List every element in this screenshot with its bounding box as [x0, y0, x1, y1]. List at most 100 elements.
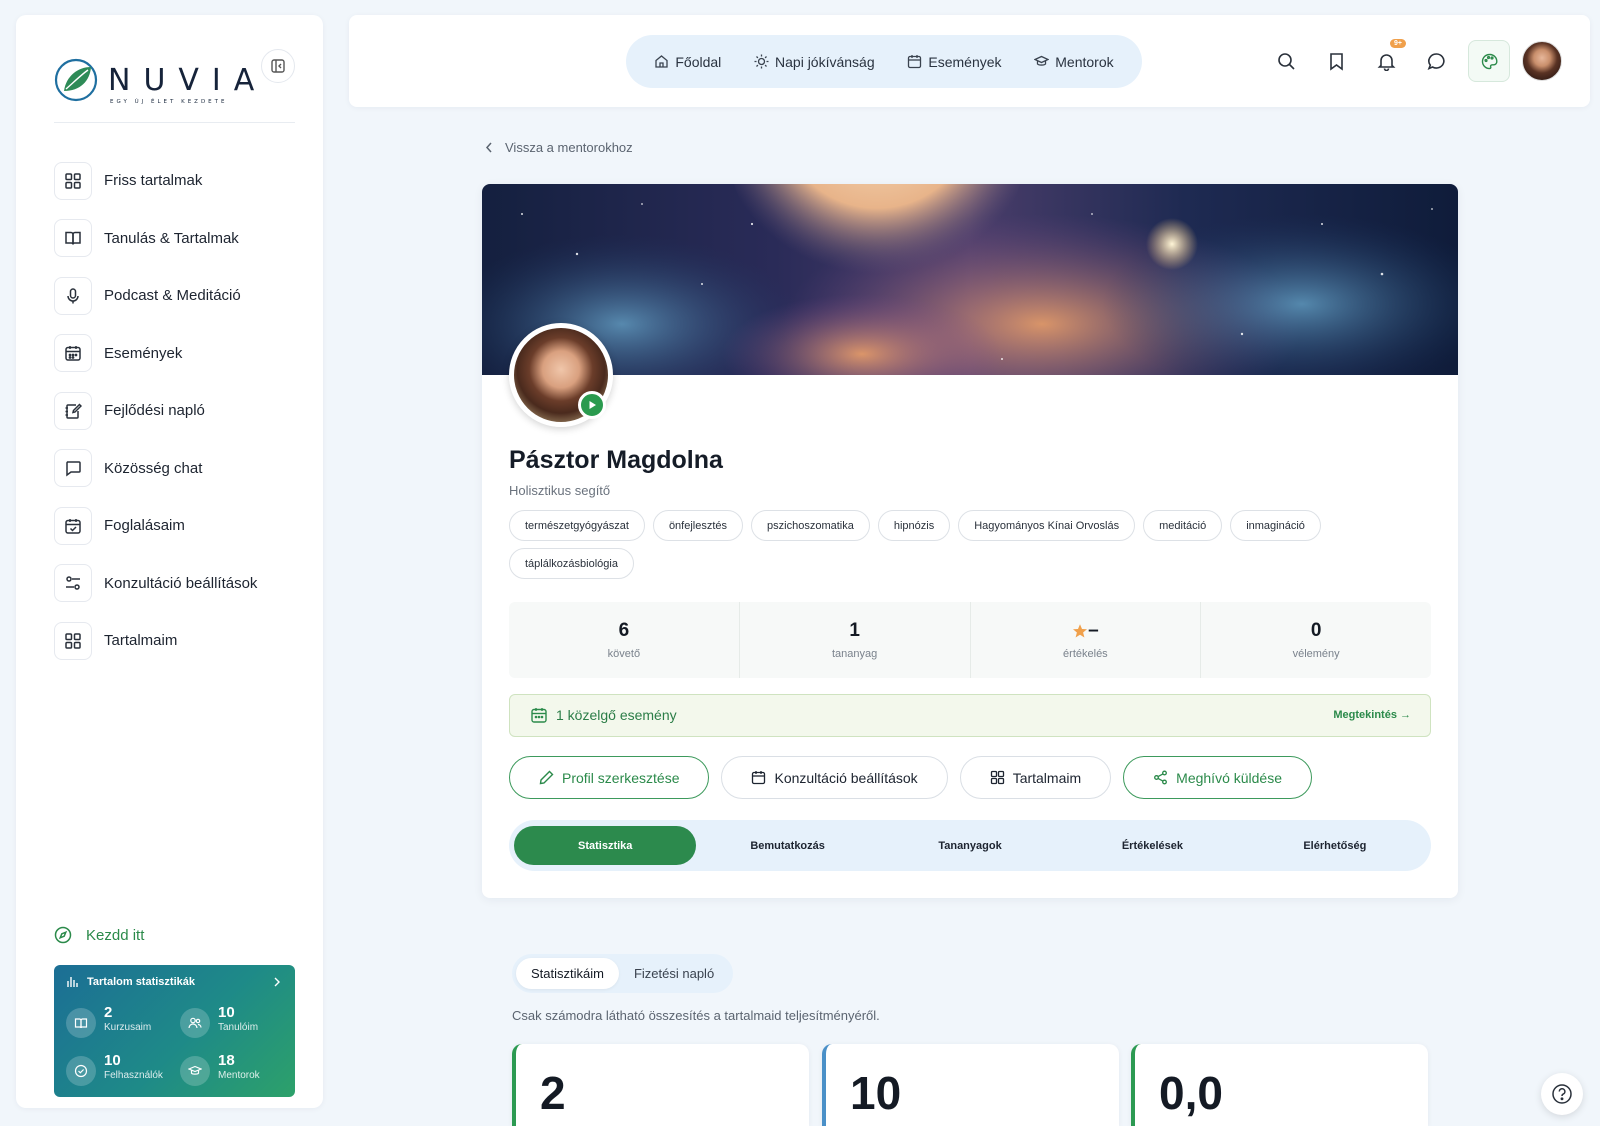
bar-chart-icon — [67, 977, 78, 987]
topnav-item-fooldal[interactable]: Főoldal — [654, 54, 721, 70]
book-icon — [66, 1008, 96, 1038]
brand-name: NUVIA — [108, 63, 268, 98]
back-link-label: Vissza a mentorokhoz — [505, 140, 633, 155]
chat-bubble-icon — [54, 449, 92, 488]
stat-value: – — [1088, 620, 1099, 641]
specialty-tag[interactable]: inmagináció — [1230, 510, 1321, 541]
book-open-icon — [54, 219, 92, 258]
consultation-settings-button[interactable]: Konzultáció beállítások — [721, 756, 948, 799]
stat-value: 2 — [104, 1004, 113, 1021]
grid-icon — [990, 770, 1004, 785]
specialty-tag[interactable]: természetgyógyászat — [509, 510, 645, 541]
tab-tananyagok[interactable]: Tananyagok — [879, 826, 1061, 865]
sidebar-item-podcast[interactable]: Podcast & Meditáció — [54, 267, 314, 325]
theme-button[interactable] — [1468, 40, 1510, 82]
edit-profile-button[interactable]: Profil szerkesztése — [509, 756, 710, 799]
sidebar-item-label: Podcast & Meditáció — [104, 287, 241, 305]
topnav-label: Napi jókívánság — [775, 53, 875, 70]
stat-label: vélemény — [1292, 648, 1340, 660]
help-circle-icon — [1552, 1084, 1572, 1104]
start-here-label: Kezdd itt — [86, 926, 145, 944]
subtab-fizetesi-naplo[interactable]: Fizetési napló — [619, 958, 729, 989]
play-icon — [589, 401, 596, 409]
brand-tagline: EGY ÚJ ÉLET KEZDETE — [110, 99, 228, 105]
sidebar-item-label: Foglalásaim — [104, 517, 185, 535]
stat-label: tananyag — [831, 648, 878, 660]
mentor-profile-card: Pásztor Magdolna Holisztikus segítő term… — [482, 184, 1458, 898]
tab-elerhetoseg[interactable]: Elérhetőség — [1244, 826, 1426, 865]
edit-profile-label: Profil szerkesztése — [562, 769, 680, 786]
help-button[interactable] — [1541, 1073, 1583, 1115]
stat-followers: 6 követő — [509, 602, 740, 678]
topnav-label: Mentorok — [1055, 53, 1114, 70]
sidebar-item-fejlodesi-naplo[interactable]: Fejlődési napló — [54, 382, 314, 440]
view-event-link[interactable]: Megtekintés → — [1333, 709, 1411, 721]
kpi-card: 10 — [822, 1044, 1119, 1126]
sidebar-item-foglalasaim[interactable]: Foglalásaim — [54, 497, 314, 555]
stat-value: 6 — [618, 620, 630, 641]
topnav-item-mentorok[interactable]: Mentorok — [1034, 53, 1114, 70]
stat-felhasznalok: 10 Felhasználók — [66, 1053, 163, 1086]
send-invite-button[interactable]: Meghívó küldése — [1123, 756, 1312, 799]
sidebar-item-label: Tartalmaim — [104, 632, 178, 650]
sidebar-item-konzultacio-beallitasok[interactable]: Konzultáció beállítások — [54, 555, 314, 613]
specialty-tag[interactable]: pszichoszomatika — [751, 510, 870, 541]
bell-icon — [1377, 53, 1395, 71]
bookmark-icon — [1329, 52, 1343, 71]
check-circle-icon — [66, 1056, 96, 1086]
notifications-button[interactable]: 9+ — [1372, 39, 1406, 75]
topnav-item-esemenyek[interactable]: Események — [907, 53, 1002, 70]
chevron-right-icon — [274, 977, 280, 987]
sidebar-item-friss-tartalmak[interactable]: Friss tartalmak — [54, 152, 314, 210]
sidebar-item-tartalmaim[interactable]: Tartalmaim — [54, 612, 314, 670]
notification-badge: 9+ — [1390, 39, 1406, 48]
kpi-value: 2 — [540, 1067, 566, 1119]
search-icon — [1277, 52, 1295, 70]
calendar-icon — [908, 55, 922, 69]
my-contents-button[interactable]: Tartalmaim — [959, 756, 1112, 799]
specialty-tag[interactable]: táplálkozásbiológia — [509, 548, 634, 579]
topnav-item-napi-jokivansag[interactable]: Napi jókívánság — [754, 54, 875, 70]
tab-ertekelesek[interactable]: Értékelések — [1061, 826, 1243, 865]
sidebar-item-tanulas[interactable]: Tanulás & Tartalmak — [54, 210, 314, 268]
sidebar-item-label: Események — [104, 344, 183, 362]
stat-value: 10 — [104, 1052, 121, 1069]
play-intro-button[interactable] — [578, 391, 606, 419]
user-avatar[interactable] — [1522, 41, 1562, 81]
sidebar-collapse-button[interactable] — [261, 49, 295, 83]
specialty-tag[interactable]: Hagyományos Kínai Orvoslás — [958, 510, 1136, 541]
sidebar-item-label: Tanulás & Tartalmak — [104, 229, 239, 247]
kpi-card: 2 — [512, 1044, 809, 1126]
top-nav: Főoldal Napi jókívánság Események Mentor… — [626, 35, 1142, 88]
stat-label: Kurzusaim — [104, 1022, 152, 1033]
stat-rating: – értékelés — [971, 602, 1202, 678]
tab-statisztika[interactable]: Statisztika — [514, 826, 697, 865]
back-to-mentors-link[interactable]: Vissza a mentorokhoz — [485, 140, 633, 155]
grid-icon — [54, 161, 92, 200]
stat-label: Mentorok — [218, 1070, 260, 1081]
tab-bemutatkozas[interactable]: Bemutatkozás — [696, 826, 878, 865]
search-button[interactable] — [1272, 47, 1300, 75]
pencil-icon — [539, 770, 554, 785]
graduation-cap-icon — [1034, 55, 1050, 66]
grid-icon — [54, 621, 92, 660]
bookmarks-button[interactable] — [1322, 47, 1350, 75]
specialty-tag[interactable]: meditáció — [1143, 510, 1223, 541]
specialty-tag[interactable]: önfejlesztés — [652, 510, 744, 541]
sidebar-item-esemenyek[interactable]: Események — [54, 325, 314, 383]
divider — [54, 122, 295, 123]
messages-button[interactable] — [1422, 47, 1450, 75]
content-stats-card[interactable]: Tartalom statisztikák 2 Kurzusaim 10 Tanul… — [54, 965, 295, 1097]
kpi-value: 10 — [850, 1067, 902, 1119]
sidebar-collapse-icon — [271, 59, 285, 73]
stat-label: követő — [607, 648, 641, 660]
subtab-statisztikaim[interactable]: Statisztikáim — [516, 958, 619, 989]
specialty-tag[interactable]: hipnózis — [877, 510, 951, 541]
start-here-link[interactable]: Kezdd itt — [54, 926, 144, 944]
sidebar-item-kozosseg-chat[interactable]: Közösség chat — [54, 440, 314, 498]
stat-mentorok: 18 Mentorok — [180, 1053, 260, 1086]
star-icon — [1073, 624, 1088, 638]
kpi-value: 0,0 — [1159, 1067, 1223, 1119]
profile-banner-image — [482, 184, 1458, 375]
topnav-label: Események — [928, 53, 1002, 70]
